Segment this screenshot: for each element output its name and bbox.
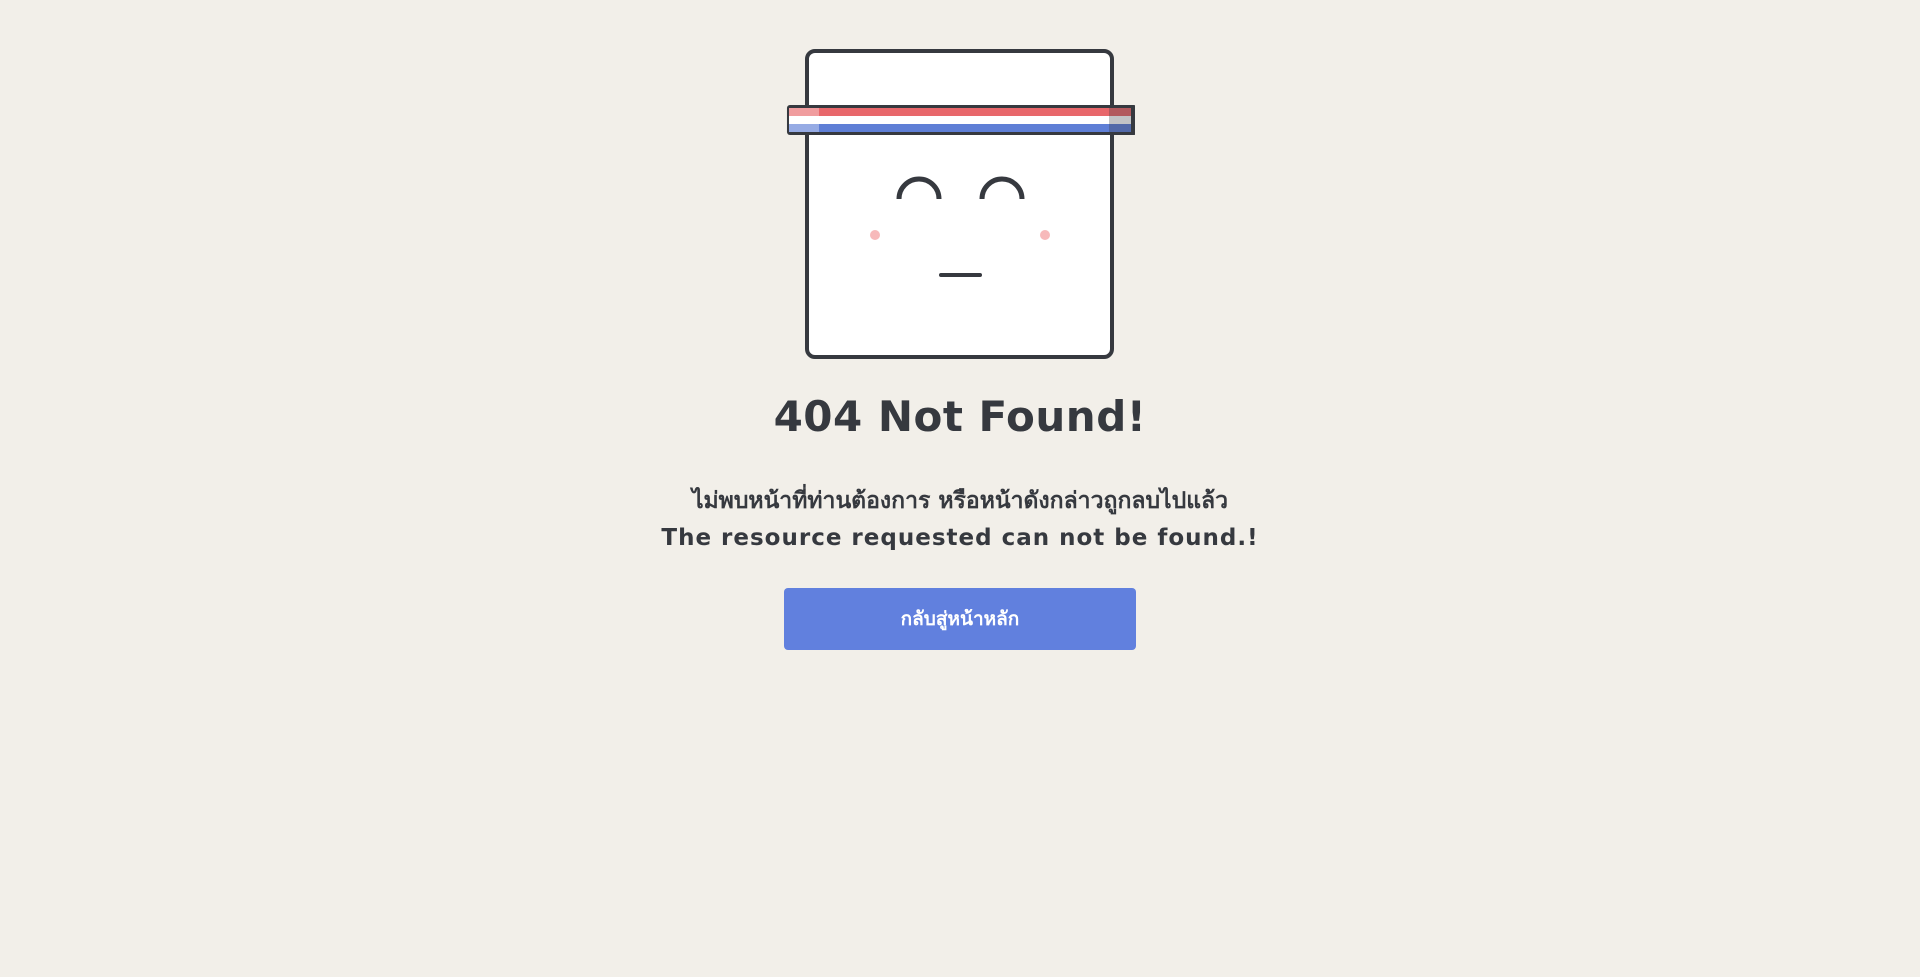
page-title: 404 Not Found!: [773, 392, 1147, 441]
not-found-page: 404 Not Found! ไม่พบหน้าที่ท่านต้องการ ห…: [0, 0, 1920, 977]
error-message-english: The resource requested can not be found.…: [661, 525, 1259, 551]
error-message-thai: ไม่พบหน้าที่ท่านต้องการ หรือหน้าดังกล่าว…: [691, 488, 1229, 514]
square-face-with-headband-icon: [786, 49, 1135, 359]
mascot-illustration-icon: [785, 49, 1135, 361]
left-cheek: [870, 230, 880, 240]
headband: [786, 105, 1135, 135]
face-box: [805, 49, 1114, 359]
right-cheek: [1040, 230, 1050, 240]
back-to-home-button[interactable]: กลับสู่หน้าหลัก: [784, 588, 1136, 650]
